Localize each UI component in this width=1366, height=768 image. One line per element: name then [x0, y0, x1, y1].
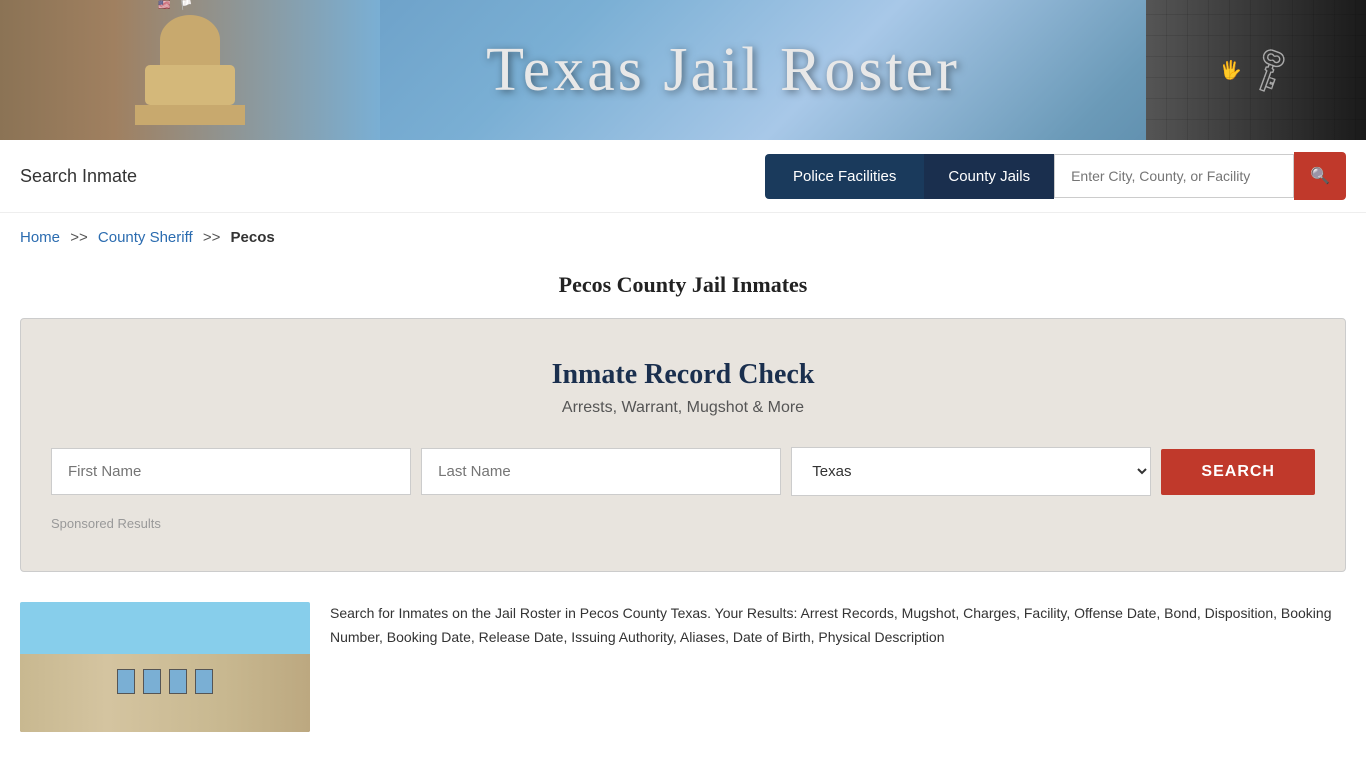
window-1	[117, 669, 135, 694]
page-title: Pecos County Jail Inmates	[0, 262, 1366, 318]
dome-top	[160, 15, 220, 65]
building-facade	[20, 654, 310, 732]
search-icon: 🔍	[1310, 168, 1330, 185]
nav-bar: Search Inmate Police Facilities County J…	[0, 140, 1366, 213]
state-select[interactable]: AlabamaAlaskaArizonaArkansasCaliforniaCo…	[791, 447, 1151, 496]
breadcrumb-current: Pecos	[231, 229, 275, 246]
bottom-section: Search for Inmates on the Jail Roster in…	[0, 602, 1366, 762]
record-check-box: Inmate Record Check Arrests, Warrant, Mu…	[20, 318, 1346, 572]
record-check-title: Inmate Record Check	[51, 359, 1315, 391]
police-facilities-button[interactable]: Police Facilities	[765, 154, 924, 199]
first-name-input[interactable]	[51, 448, 411, 495]
search-inmate-label: Search Inmate	[20, 166, 137, 187]
dome-body	[145, 65, 235, 105]
building-windows	[117, 669, 213, 694]
county-jails-button[interactable]: County Jails	[924, 154, 1054, 199]
breadcrumb-separator-2: >>	[203, 229, 221, 246]
building-image	[20, 602, 310, 732]
search-row: AlabamaAlaskaArizonaArkansasCaliforniaCo…	[51, 447, 1315, 496]
breadcrumb-county-sheriff[interactable]: County Sheriff	[98, 229, 193, 246]
facility-search-input[interactable]	[1054, 154, 1294, 198]
search-inmate-button[interactable]: SEARCH	[1161, 449, 1315, 495]
dome-base	[135, 105, 245, 125]
header-banner: 🇺🇸 🏳️ Texas Jail Roster 🖐 🗝	[0, 0, 1366, 140]
window-2	[143, 669, 161, 694]
breadcrumb: Home >> County Sheriff >> Pecos	[0, 213, 1366, 262]
key-icon: 🗝	[1239, 40, 1300, 99]
breadcrumb-home[interactable]: Home	[20, 229, 60, 246]
key-area: 🖐 🗝	[1146, 0, 1366, 140]
window-4	[195, 669, 213, 694]
last-name-input[interactable]	[421, 448, 781, 495]
breadcrumb-separator-1: >>	[70, 229, 88, 246]
site-title: Texas Jail Roster	[280, 35, 1166, 106]
header-title: Texas Jail Roster	[280, 35, 1166, 106]
record-check-subtitle: Arrests, Warrant, Mugshot & More	[51, 399, 1315, 417]
sponsored-label: Sponsored Results	[51, 516, 1315, 531]
window-3	[169, 669, 187, 694]
capitol-dome: 🇺🇸 🏳️	[130, 15, 250, 125]
facility-search-button[interactable]: 🔍	[1294, 152, 1346, 200]
nav-right: Police Facilities County Jails 🔍	[765, 152, 1346, 200]
description-text: Search for Inmates on the Jail Roster in…	[330, 602, 1346, 732]
